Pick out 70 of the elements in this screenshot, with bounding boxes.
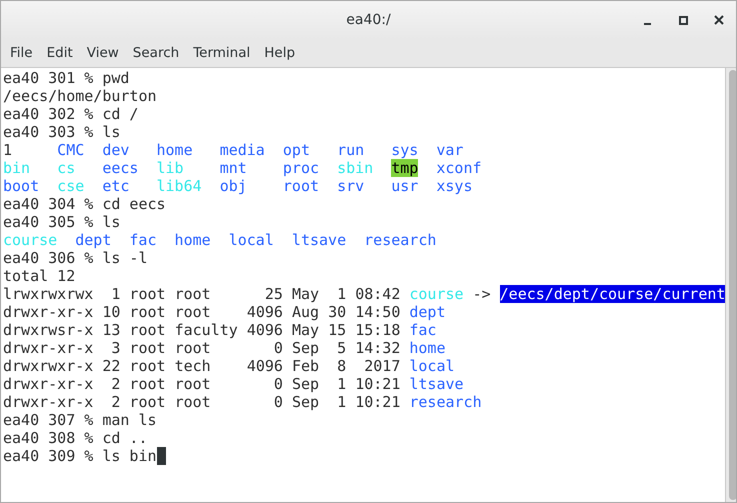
- directory-name: srv: [337, 177, 364, 195]
- directory-name: dept: [409, 303, 446, 321]
- link-name: lib64: [156, 177, 202, 195]
- terminal-text: drwxr-xr-x 2 root root 0 Sep 1 10:21: [3, 393, 400, 411]
- menu-item[interactable]: Help: [257, 42, 302, 64]
- link-name: sbin: [337, 159, 374, 177]
- directory-name: home: [156, 141, 193, 159]
- terminal-text: drwxrwxr-x 22 root tech 4096 Feb 8 2017: [3, 357, 400, 375]
- scrollbar[interactable]: [725, 68, 736, 502]
- directory-name: research: [409, 393, 482, 411]
- window-title: ea40:/: [346, 10, 391, 30]
- directory-name: fac: [409, 321, 436, 339]
- terminal-text: ea40 303 % ls: [3, 123, 120, 141]
- link-name: lib: [156, 159, 184, 177]
- directory-name: opt: [282, 141, 310, 159]
- selected-text: /eecs/dept/course/current: [500, 285, 726, 303]
- directory-name: etc: [102, 177, 130, 195]
- highlighted-directory-name: tmp: [391, 159, 418, 177]
- terminal-text: ea40 304 % cd eecs: [3, 195, 166, 213]
- directory-name: home: [174, 231, 211, 249]
- directory-name: proc: [282, 159, 320, 177]
- terminal-text: total 12: [3, 267, 76, 285]
- menu-item[interactable]: Edit: [40, 42, 80, 64]
- link-name: bin: [3, 159, 30, 177]
- directory-name: local: [228, 231, 274, 249]
- directory-name: mnt: [220, 159, 247, 177]
- terminal-text: ea40 305 % ls: [3, 213, 120, 231]
- menu-item[interactable]: File: [3, 42, 40, 64]
- link-name: course: [409, 285, 464, 303]
- directory-name: dev: [102, 141, 130, 159]
- directory-name: dept: [75, 231, 112, 249]
- menu-item[interactable]: Terminal: [186, 42, 258, 64]
- directory-name: CMC: [57, 141, 84, 159]
- directory-name: fac: [129, 231, 156, 249]
- directory-name: root: [282, 177, 320, 195]
- terminal-text: drwxr-xr-x 10 root root 4096 Aug 30 14:50: [3, 303, 400, 321]
- directory-name: var: [436, 141, 464, 159]
- terminal-text: 1: [3, 141, 12, 159]
- directory-name: local: [409, 357, 455, 375]
- terminal-text: drwxr-xr-x 2 root root 0 Sep 1 10:21: [3, 375, 400, 393]
- directory-name: xconf: [436, 159, 482, 177]
- terminal-text: ea40 306 % ls -l: [3, 249, 148, 267]
- terminal-text: ea40 301 % pwd: [3, 69, 130, 87]
- directory-name: sys: [391, 141, 418, 159]
- directory-name: boot: [3, 177, 40, 195]
- directory-name: usr: [391, 177, 418, 195]
- link-name: cs: [57, 159, 76, 177]
- directory-name: eecs: [102, 159, 138, 177]
- terminal-text: drwxr-xr-x 3 root root 0 Sep 5 14:32: [3, 339, 400, 357]
- directory-name: ltsave: [292, 231, 346, 249]
- directory-name: run: [337, 141, 364, 159]
- directory-name: media: [220, 141, 265, 159]
- menu-item[interactable]: Search: [126, 42, 186, 64]
- terminal-text: drwxrwsr-x 13 root faculty 4096 May 15 15:18: [3, 321, 400, 339]
- link-name: cse: [57, 177, 84, 195]
- terminal-text: /eecs/home/burton: [3, 87, 157, 105]
- directory-name: obj: [220, 177, 247, 195]
- directory-name: research: [364, 231, 436, 249]
- directory-name: ltsave: [409, 375, 464, 393]
- terminal-text: ea40 307 % man ls: [3, 411, 157, 429]
- terminal-text: ea40 308 % cd ..: [3, 429, 148, 447]
- directory-name: home: [409, 339, 446, 357]
- terminal-text: ea40 302 % cd /: [3, 105, 138, 123]
- close-icon: [714, 15, 724, 25]
- directory-name: xsys: [436, 177, 472, 195]
- menu-item[interactable]: View: [80, 42, 126, 64]
- terminal-text: lrwxrwxrwx 1 root root 25 May 1 08:42: [3, 285, 400, 303]
- link-name: course: [3, 231, 58, 249]
- terminal-text: ea40 309 % ls bin: [3, 447, 157, 465]
- terminal-text: ->: [472, 285, 491, 303]
